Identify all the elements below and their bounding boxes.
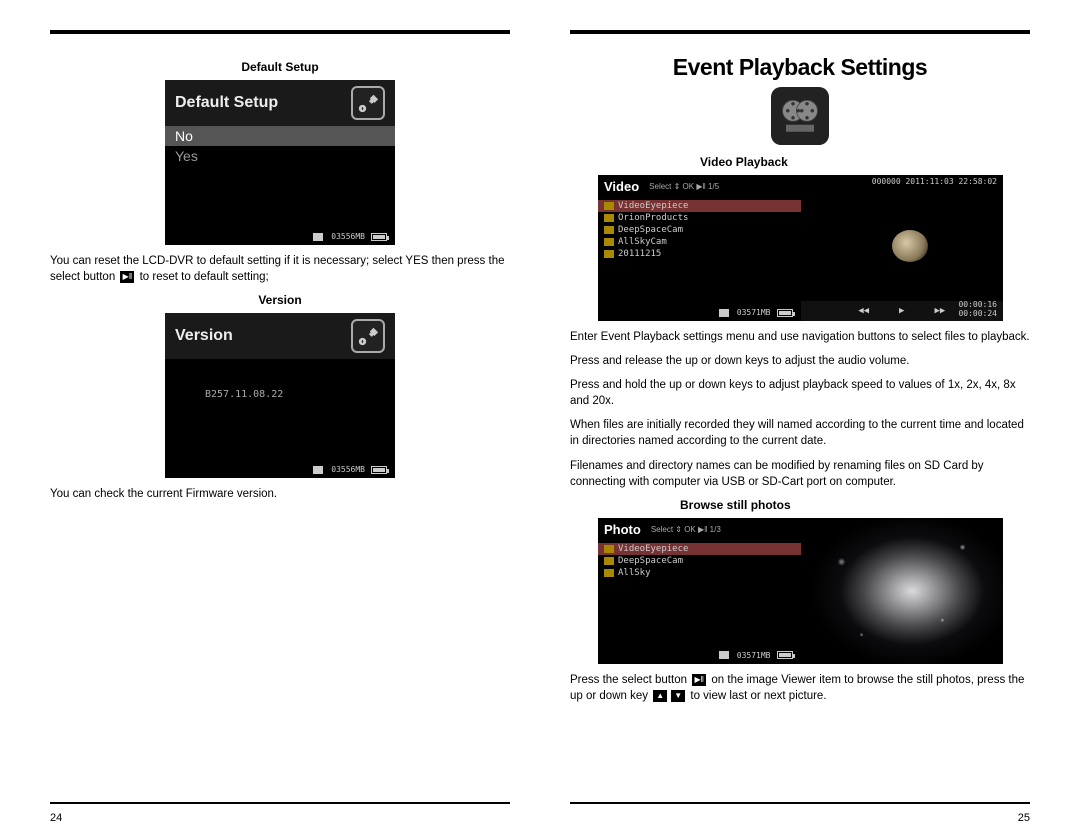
folder-icon (604, 545, 614, 553)
default-setup-option-no: No (165, 126, 395, 146)
play-icon: ▶ (899, 306, 904, 316)
select-button-icon: ▶‖ (120, 271, 134, 283)
browse-photos-caption: Press the select button ▶‖ on the image … (570, 672, 1030, 704)
default-setup-option-yes: Yes (165, 146, 395, 166)
down-arrow-icon: ▼ (671, 690, 685, 702)
folder-icon (604, 202, 614, 210)
recording-timestamp: 000000 2011:11:03 22:58:02 (872, 177, 997, 186)
browse-photos-screenshot: Photo Select ⇕ OK ▶‖ 1/3 VideoEyepiece D… (598, 518, 1003, 664)
version-caption: You can check the current Firmware versi… (50, 486, 510, 502)
firmware-version: B257.11.08.22 (165, 389, 395, 400)
list-item: AllSkyCam (598, 236, 801, 248)
photo-screen-sub: Select ⇕ OK ▶‖ 1/3 (651, 525, 721, 534)
browse-photos-heading: Browse still photos (570, 498, 1030, 512)
bottom-rule-right (570, 802, 1030, 804)
battery-icon (777, 651, 793, 659)
forward-icon: ▶▶ (934, 306, 945, 316)
event-playback-title: Event Playback Settings (570, 54, 1030, 81)
photo-screen-title: Photo (604, 522, 641, 537)
vp-p5: Filenames and directory names can be mod… (570, 458, 1030, 490)
caption-text: Press the select button (570, 674, 690, 686)
default-setup-caption: You can reset the LCD-DVR to default set… (50, 253, 510, 285)
page-left: Default Setup Default Setup No Yes 03556… (50, 30, 510, 824)
sd-card-icon (313, 233, 323, 241)
vp-p1: Enter Event Playback settings menu and u… (570, 329, 1030, 345)
up-arrow-icon: ▲ (653, 690, 667, 702)
wrench-gear-icon (351, 319, 385, 353)
video-playback-heading: Video Playback (570, 155, 1030, 169)
caption-text: to reset to default setting; (136, 271, 268, 283)
sd-card-icon (719, 651, 729, 659)
folder-icon (604, 214, 614, 222)
planet-preview (892, 230, 928, 262)
vp-p2: Press and release the up or down keys to… (570, 353, 1030, 369)
video-screen-title: Video (604, 179, 639, 194)
version-heading: Version (50, 293, 510, 307)
sd-card-icon (719, 309, 729, 317)
folder-icon (604, 226, 614, 234)
storage-value: 03571MB (737, 651, 771, 660)
video-playback-screenshot: Video Select ⇕ OK ▶‖ 1/5 VideoEyepiece O… (598, 175, 1003, 321)
page-number-left: 24 (50, 812, 510, 824)
vp-p3: Press and hold the up or down keys to ad… (570, 377, 1030, 409)
storage-value: 03556MB (331, 232, 365, 241)
wrench-gear-icon (351, 86, 385, 120)
film-reel-icon (771, 87, 829, 145)
bottom-rule-left (50, 802, 510, 804)
version-screenshot: Version B257.11.08.22 03556MB (165, 313, 395, 478)
nebula-photo-preview (801, 518, 1004, 664)
version-screen-title: Version (175, 327, 233, 345)
caption-text: You can reset the LCD-DVR to default set… (50, 255, 505, 283)
select-button-icon: ▶‖ (692, 674, 706, 686)
folder-icon (604, 569, 614, 577)
default-setup-heading: Default Setup (50, 60, 510, 74)
video-folder-list: VideoEyepiece OrionProducts DeepSpaceCam… (598, 198, 801, 262)
page-right: Event Playback Settings Video Playback V… (570, 30, 1030, 824)
photo-folder-list: VideoEyepiece DeepSpaceCam AllSky (598, 541, 801, 581)
list-item: DeepSpaceCam (598, 224, 801, 236)
battery-icon (777, 309, 793, 317)
total-time: 00:00:24 (958, 310, 997, 319)
rewind-icon: ◀◀ (858, 306, 869, 316)
default-setup-screenshot: Default Setup No Yes 03556MB (165, 80, 395, 245)
sd-card-icon (313, 466, 323, 474)
list-item: DeepSpaceCam (598, 555, 801, 567)
battery-icon (371, 233, 387, 241)
list-item: AllSky (598, 567, 801, 579)
top-rule-left (50, 30, 510, 34)
list-item: VideoEyepiece (598, 200, 801, 212)
list-item: OrionProducts (598, 212, 801, 224)
folder-icon (604, 238, 614, 246)
caption-text: to view last or next picture. (687, 690, 826, 702)
folder-icon (604, 250, 614, 258)
top-rule-right (570, 30, 1030, 34)
battery-icon (371, 466, 387, 474)
default-setup-screen-title: Default Setup (175, 94, 278, 112)
storage-value: 03556MB (331, 465, 365, 474)
list-item: 20111215 (598, 248, 801, 260)
vp-p4: When files are initially recorded they w… (570, 417, 1030, 449)
video-screen-sub: Select ⇕ OK ▶‖ 1/5 (649, 182, 719, 191)
storage-value: 03571MB (737, 308, 771, 317)
list-item: VideoEyepiece (598, 543, 801, 555)
page-number-right: 25 (570, 812, 1030, 824)
folder-icon (604, 557, 614, 565)
playback-bar: ◀◀ ▶ ▶▶ 00:00:16 00:00:24 (801, 301, 1004, 321)
